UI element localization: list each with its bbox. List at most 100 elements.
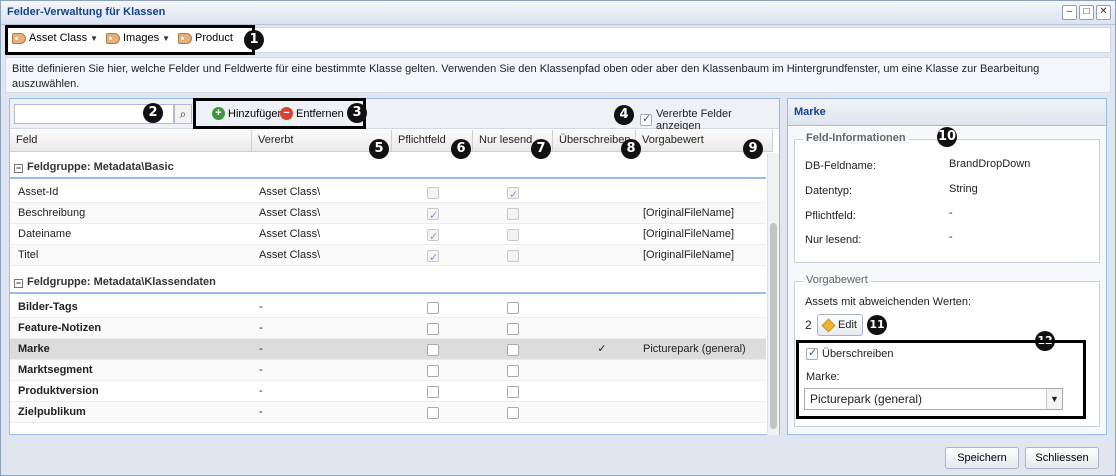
nur-lesend-checkbox	[507, 229, 519, 241]
search-icon[interactable]: ⌕	[174, 104, 192, 124]
nur-lesend-checkbox	[507, 208, 519, 220]
table-row[interactable]: Titel Asset Class\ [OriginalFileName]	[10, 245, 766, 266]
show-inherited-checkbox[interactable]	[640, 112, 652, 126]
edit-button[interactable]: Edit	[817, 314, 863, 336]
brand-select[interactable]: Picturepark (general) ▼	[804, 388, 1063, 410]
brand-label: Marke:	[806, 371, 840, 383]
cell-vorgabewert	[643, 182, 763, 203]
field-management-window: Felder-Verwaltung für Klassen – □ ✕ Asse…	[0, 0, 1116, 476]
callout-badge-7: 7	[531, 139, 551, 159]
cell-vererbt: -	[259, 343, 263, 355]
close-icon[interactable]: ✕	[1096, 5, 1111, 20]
grid-body: − Feldgruppe: Metadata\Basic Asset-Id Ass…	[10, 153, 766, 435]
pflichtfeld-checkbox[interactable]	[427, 344, 439, 356]
close-button[interactable]: Schliessen	[1025, 447, 1099, 469]
pflichtfeld-checkbox[interactable]	[427, 407, 439, 419]
grid-scrollbar[interactable]	[767, 153, 779, 435]
callout-badge-3: 3	[347, 103, 367, 123]
window-titlebar[interactable]: Felder-Verwaltung für Klassen – □ ✕	[1, 1, 1115, 25]
cell-vererbt: -	[259, 364, 263, 376]
callout-badge-4: 4	[614, 105, 634, 125]
readonly-value: -	[949, 231, 953, 243]
collapse-icon[interactable]: −	[14, 279, 23, 288]
nur-lesend-checkbox[interactable]	[507, 344, 519, 356]
checkmark-icon: ✓	[597, 343, 607, 355]
brand-select-value: Picturepark (general)	[810, 392, 923, 406]
cell-pflichtfeld	[427, 224, 447, 245]
nur-lesend-checkbox[interactable]	[507, 407, 519, 419]
pflichtfeld-checkbox[interactable]	[427, 323, 439, 335]
group-header[interactable]: − Feldgruppe: Metadata\Basic	[10, 155, 766, 179]
override-toggle[interactable]: Überschreiben	[806, 346, 894, 360]
table-row[interactable]: Dateiname Asset Class\ [OriginalFileName…	[10, 224, 766, 245]
callout-badge-1: 1	[244, 30, 264, 50]
grid-header: Feld Vererbt Pflichtfeld Nur lesend Über…	[10, 130, 773, 152]
table-row[interactable]: Produktversion -	[10, 381, 766, 402]
window-footer: Speichern Schliessen	[1, 438, 1115, 475]
cell-vererbt: Asset Class\	[259, 186, 321, 198]
field-info-legend: Feld-Informationen	[803, 132, 909, 144]
table-row[interactable]: Zielpublikum -	[10, 402, 766, 423]
group-label: Feldgruppe: Metadata\Klassendaten	[27, 276, 216, 288]
cell-nur-lesend	[507, 318, 527, 339]
callout-badge-5: 5	[369, 139, 389, 159]
nur-lesend-checkbox[interactable]	[507, 323, 519, 335]
required-label: Pflichtfeld:	[805, 210, 856, 222]
cell-vererbt: -	[259, 322, 263, 334]
cell-feld: Titel	[18, 249, 39, 261]
override-checkbox[interactable]	[806, 346, 818, 360]
pflichtfeld-checkbox[interactable]	[427, 365, 439, 377]
callout-box-1	[5, 25, 255, 55]
pflichtfeld-checkbox	[427, 248, 439, 266]
table-row-selected[interactable]: Marke - ✓ Picturepark (general)	[10, 339, 766, 360]
minimize-icon[interactable]: –	[1062, 5, 1077, 20]
show-inherited-toggle[interactable]: Vererbte Felder anzeigen	[640, 108, 779, 132]
callout-box-3	[193, 98, 366, 129]
datatype-value: String	[949, 183, 978, 195]
table-row[interactable]: Asset-Id Asset Class\	[10, 182, 766, 203]
callout-badge-9: 9	[743, 139, 763, 159]
cell-feld: Asset-Id	[18, 186, 59, 198]
readonly-label: Nur lesend:	[805, 234, 862, 246]
pflichtfeld-checkbox	[427, 187, 439, 199]
nur-lesend-checkbox[interactable]	[507, 386, 519, 398]
default-value-legend: Vorgabewert	[803, 274, 871, 286]
cell-nur-lesend	[507, 224, 527, 245]
show-inherited-label: Vererbte Felder anzeigen	[655, 108, 732, 132]
cell-vererbt: -	[259, 406, 263, 418]
cell-vorgabewert: Picturepark (general)	[643, 343, 746, 355]
group-header[interactable]: − Feldgruppe: Metadata\Klassendaten	[10, 270, 766, 294]
save-button[interactable]: Speichern	[945, 447, 1019, 469]
scrollbar-thumb[interactable]	[770, 223, 777, 429]
pflichtfeld-checkbox[interactable]	[427, 302, 439, 314]
table-row[interactable]: Bilder-Tags -	[10, 297, 766, 318]
cell-feld: Marktsegment	[18, 364, 93, 376]
cell-pflichtfeld	[427, 402, 447, 423]
callout-badge-6: 6	[451, 139, 471, 159]
table-row[interactable]: Feature-Notizen -	[10, 318, 766, 339]
callout-badge-2: 2	[143, 103, 163, 123]
nur-lesend-checkbox[interactable]	[507, 365, 519, 377]
db-fieldname-label: DB-Feldname:	[805, 160, 876, 172]
table-row[interactable]: Beschreibung Asset Class\ [OriginalFileN…	[10, 203, 766, 224]
cell-feld: Marke	[18, 343, 50, 355]
cell-vererbt: -	[259, 301, 263, 313]
required-value: -	[949, 207, 953, 219]
pflichtfeld-checkbox	[427, 227, 439, 245]
chevron-down-icon[interactable]: ▼	[1046, 389, 1062, 409]
cell-pflichtfeld	[427, 297, 447, 318]
pflichtfeld-checkbox[interactable]	[427, 386, 439, 398]
cell-feld: Zielpublikum	[18, 406, 86, 418]
callout-badge-11: 11	[867, 315, 887, 335]
table-row[interactable]: Marktsegment -	[10, 360, 766, 381]
maximize-icon[interactable]: □	[1079, 5, 1094, 20]
cell-vererbt: Asset Class\	[259, 207, 321, 219]
nur-lesend-checkbox[interactable]	[507, 302, 519, 314]
window-tools: – □ ✕	[1062, 5, 1111, 20]
collapse-icon[interactable]: −	[14, 164, 23, 173]
column-header-feld[interactable]: Feld	[10, 130, 252, 151]
cell-nur-lesend	[507, 339, 527, 360]
cell-feld: Bilder-Tags	[18, 301, 78, 313]
cell-nur-lesend	[507, 360, 527, 381]
fields-grid-panel: ⌕ + Hinzufügen − Entfernen Vererbte Feld…	[9, 98, 780, 435]
